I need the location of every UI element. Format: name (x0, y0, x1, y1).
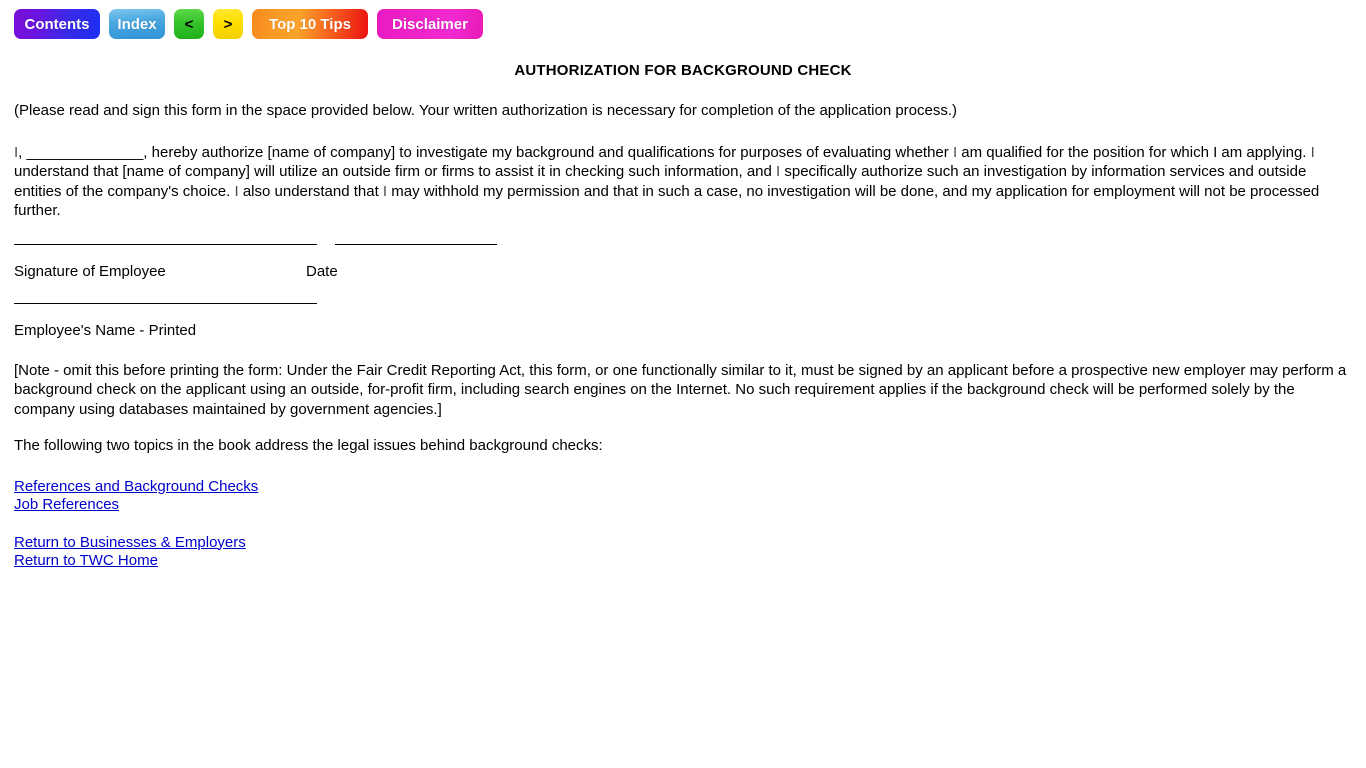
page-title: AUTHORIZATION FOR BACKGROUND CHECK (514, 62, 852, 79)
note-paragraph: [Note - omit this before printing the fo… (14, 361, 1347, 418)
authorization-text-10: also understand that (238, 182, 383, 200)
topics-intro-paragraph: The following two topics in the book add… (14, 437, 603, 454)
link-job-references[interactable]: Job References (14, 496, 119, 514)
employee-printed-name-label: Employee's Name - Printed (14, 321, 197, 339)
link-return-to-businesses-employers[interactable]: Return to Businesses & Employers (14, 534, 246, 552)
return-links-group: Return to Businesses & Employers Return … (14, 534, 1352, 570)
topic-links-group: References and Background Checks Job Ref… (14, 478, 1352, 514)
printed-name-line (14, 302, 317, 304)
printed-name-label-row: Employee's Name - Printed (14, 322, 1352, 339)
signature-label-row: Signature of Employee Date (14, 263, 1352, 280)
signature-of-employee-label: Signature of Employee (14, 262, 166, 280)
document-body: AUTHORIZATION FOR BACKGROUND CHECK (Plea… (0, 62, 1366, 570)
index-button[interactable]: Index (109, 9, 165, 39)
authorization-text-2: , ______________, hereby authorize [name… (18, 143, 953, 161)
authorization-pronoun-5: I (1310, 143, 1315, 161)
printed-name-rule-row (14, 302, 1352, 304)
navigation-button-bar: Contents Index < > Top 10 Tips Disclaimer (0, 0, 1366, 40)
signature-rule-row (14, 243, 1352, 245)
previous-page-button[interactable]: < (174, 9, 204, 39)
authorization-paragraph: I , ______________, hereby authorize [nam… (14, 143, 1352, 221)
next-page-button[interactable]: > (213, 9, 243, 39)
authorization-text-4: am qualified for the position for which … (957, 143, 1311, 161)
link-references-and-background-checks[interactable]: References and Background Checks (14, 478, 258, 496)
date-line (335, 243, 497, 245)
intro-paragraph: (Please read and sign this form in the s… (14, 102, 958, 119)
link-return-to-twc-home[interactable]: Return to TWC Home (14, 552, 158, 570)
top-10-tips-button[interactable]: Top 10 Tips (252, 9, 368, 39)
authorization-text-6: understand that [name of company] will u… (14, 163, 777, 180)
disclaimer-button[interactable]: Disclaimer (377, 9, 483, 39)
contents-button[interactable]: Contents (14, 9, 100, 39)
date-label: Date (306, 262, 338, 280)
signature-line (14, 243, 317, 245)
